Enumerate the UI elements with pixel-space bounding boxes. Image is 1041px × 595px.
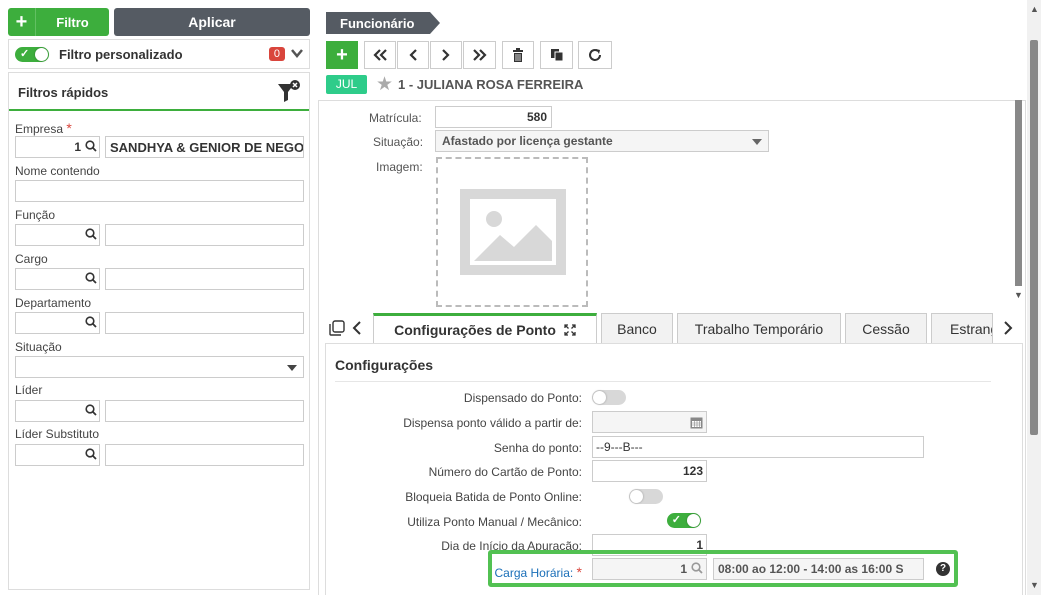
search-icon[interactable]	[85, 447, 97, 463]
dispensa-valido-label: Dispensa ponto válido a partir de:	[403, 416, 582, 430]
add-record-button[interactable]: +	[326, 41, 358, 69]
lider-code-input[interactable]	[15, 400, 100, 422]
dispensado-label: Dispensado do Ponto:	[463, 391, 582, 405]
senha-label: Senha do ponto:	[493, 441, 582, 455]
empresa-label: Empresa *	[15, 120, 72, 136]
tab-configuracoes-ponto[interactable]: Configurações de Ponto	[373, 313, 597, 343]
form-scrollbar[interactable]: ▲ ▼	[1012, 100, 1026, 300]
funcao-label: Função	[15, 208, 56, 222]
image-placeholder-icon	[460, 189, 566, 275]
funcao-desc-field[interactable]	[105, 224, 304, 246]
double-chevron-left-icon	[373, 49, 387, 61]
chevron-down-icon[interactable]	[291, 45, 303, 61]
empresa-code-input[interactable]: 1	[15, 136, 100, 158]
add-filter-button[interactable]: + Filtro	[8, 8, 109, 36]
filter-count-badge: 0	[268, 47, 285, 61]
star-icon[interactable]: ★	[376, 73, 393, 96]
search-icon[interactable]	[85, 227, 97, 243]
imagem-label: Imagem:	[376, 160, 423, 174]
cargo-label: Cargo	[15, 252, 48, 266]
employee-title: 1 - JULIANA ROSA FERREIRA	[398, 77, 584, 92]
custom-filter-toggle[interactable]	[15, 46, 49, 62]
empresa-name-field[interactable]: SANDHYA & GENIOR DE NEGOCIOS	[105, 136, 304, 158]
dropdown-arrow-icon	[287, 365, 297, 371]
funcao-code-input[interactable]	[15, 224, 100, 246]
tabs-scroll-left-icon[interactable]	[352, 321, 362, 338]
delete-button[interactable]	[502, 41, 534, 69]
lider-substituto-label: Líder Substituto	[15, 427, 100, 441]
search-icon[interactable]	[85, 139, 97, 155]
custom-filter-bar: Filtro personalizado 0	[8, 39, 310, 69]
filter-button-label: Filtro	[56, 14, 89, 30]
chevron-right-icon	[442, 49, 450, 61]
situacao-dropdown[interactable]: Afastado por licença gestante	[435, 130, 769, 152]
refresh-button[interactable]	[578, 41, 612, 69]
configuracoes-title: Configurações	[335, 357, 434, 373]
page-scrollbar[interactable]: ▲ ▼	[1027, 0, 1041, 595]
matricula-label: Matrícula:	[369, 111, 422, 125]
tab-banco[interactable]: Banco	[601, 313, 673, 343]
situacao-select[interactable]	[15, 356, 304, 378]
tabs-overview-icon[interactable]	[329, 320, 345, 339]
senha-input[interactable]: --9---B---	[592, 436, 924, 458]
cargo-code-input[interactable]	[15, 268, 100, 290]
calendar-icon[interactable]	[690, 416, 703, 429]
previous-record-button[interactable]	[397, 41, 429, 69]
bloqueia-label: Bloqueia Batida de Ponto Online:	[405, 490, 582, 504]
nome-label: Nome contendo	[15, 164, 100, 178]
custom-filter-label: Filtro personalizado	[59, 46, 183, 62]
matricula-input[interactable]: 580	[435, 106, 552, 128]
chevron-left-icon	[409, 49, 417, 61]
departamento-desc-field[interactable]	[105, 312, 304, 334]
copy-button[interactable]	[540, 41, 573, 69]
quick-filters-panel: Filtros rápidos Empresa * 1 SANDHYA & GE…	[8, 72, 310, 590]
dispensado-toggle[interactable]	[592, 390, 626, 405]
employee-photo[interactable]	[436, 157, 588, 307]
funcionario-breadcrumb[interactable]: Funcionário	[326, 12, 441, 34]
dispensa-date-input[interactable]	[592, 411, 707, 433]
lider-substituto-code-input[interactable]	[15, 444, 100, 466]
search-icon[interactable]	[85, 315, 97, 331]
quick-filters-title: Filtros rápidos	[18, 85, 109, 100]
cartao-label: Número do Cartão de Ponto:	[428, 465, 582, 479]
lider-substituto-desc-field[interactable]	[105, 444, 304, 466]
search-icon[interactable]	[85, 403, 97, 419]
lider-label: Líder	[15, 383, 43, 397]
nome-input[interactable]	[15, 180, 304, 202]
carga-horaria-highlight	[488, 550, 958, 587]
double-chevron-right-icon	[472, 49, 487, 61]
clear-filter-icon[interactable]	[277, 79, 301, 105]
departamento-label: Departamento	[15, 296, 92, 310]
divider	[335, 381, 991, 382]
cargo-desc-field[interactable]	[105, 268, 304, 290]
first-record-button[interactable]	[364, 41, 396, 69]
situacao-label: Situação:	[373, 135, 424, 149]
next-record-button[interactable]	[430, 41, 462, 69]
refresh-icon	[589, 49, 601, 61]
tab-cessao[interactable]: Cessão	[845, 313, 927, 343]
dropdown-arrow-icon	[752, 139, 762, 145]
last-record-button[interactable]	[463, 41, 496, 69]
search-icon[interactable]	[85, 271, 97, 287]
trash-icon	[513, 48, 523, 62]
situacao-filter-label: Situação	[15, 340, 62, 354]
expand-icon[interactable]	[564, 323, 576, 336]
ponto-manual-toggle[interactable]	[666, 513, 701, 528]
copy-icon	[550, 49, 563, 62]
departamento-code-input[interactable]	[15, 312, 100, 334]
tab-estrangeiro[interactable]: Estrangeiro	[931, 313, 993, 343]
employee-form: Matrícula: 580 Situação: Afastado por li…	[318, 100, 1026, 595]
apply-button[interactable]: Aplicar	[114, 8, 310, 36]
quick-filters-header: Filtros rápidos	[9, 73, 309, 111]
bloqueia-toggle[interactable]	[629, 489, 664, 504]
lider-desc-field[interactable]	[105, 400, 304, 422]
tab-trabalho-temporario[interactable]: Trabalho Temporário	[677, 313, 841, 343]
month-badge: JUL	[326, 75, 367, 94]
cartao-input[interactable]: 123	[592, 460, 707, 482]
ponto-manual-label: Utiliza Ponto Manual / Mecânico:	[407, 515, 582, 529]
tabs-scroll-right-icon[interactable]	[1003, 321, 1013, 338]
tab-bar: Configurações de Ponto Banco Trabalho Te…	[319, 313, 1025, 343]
plus-icon: +	[8, 8, 36, 36]
